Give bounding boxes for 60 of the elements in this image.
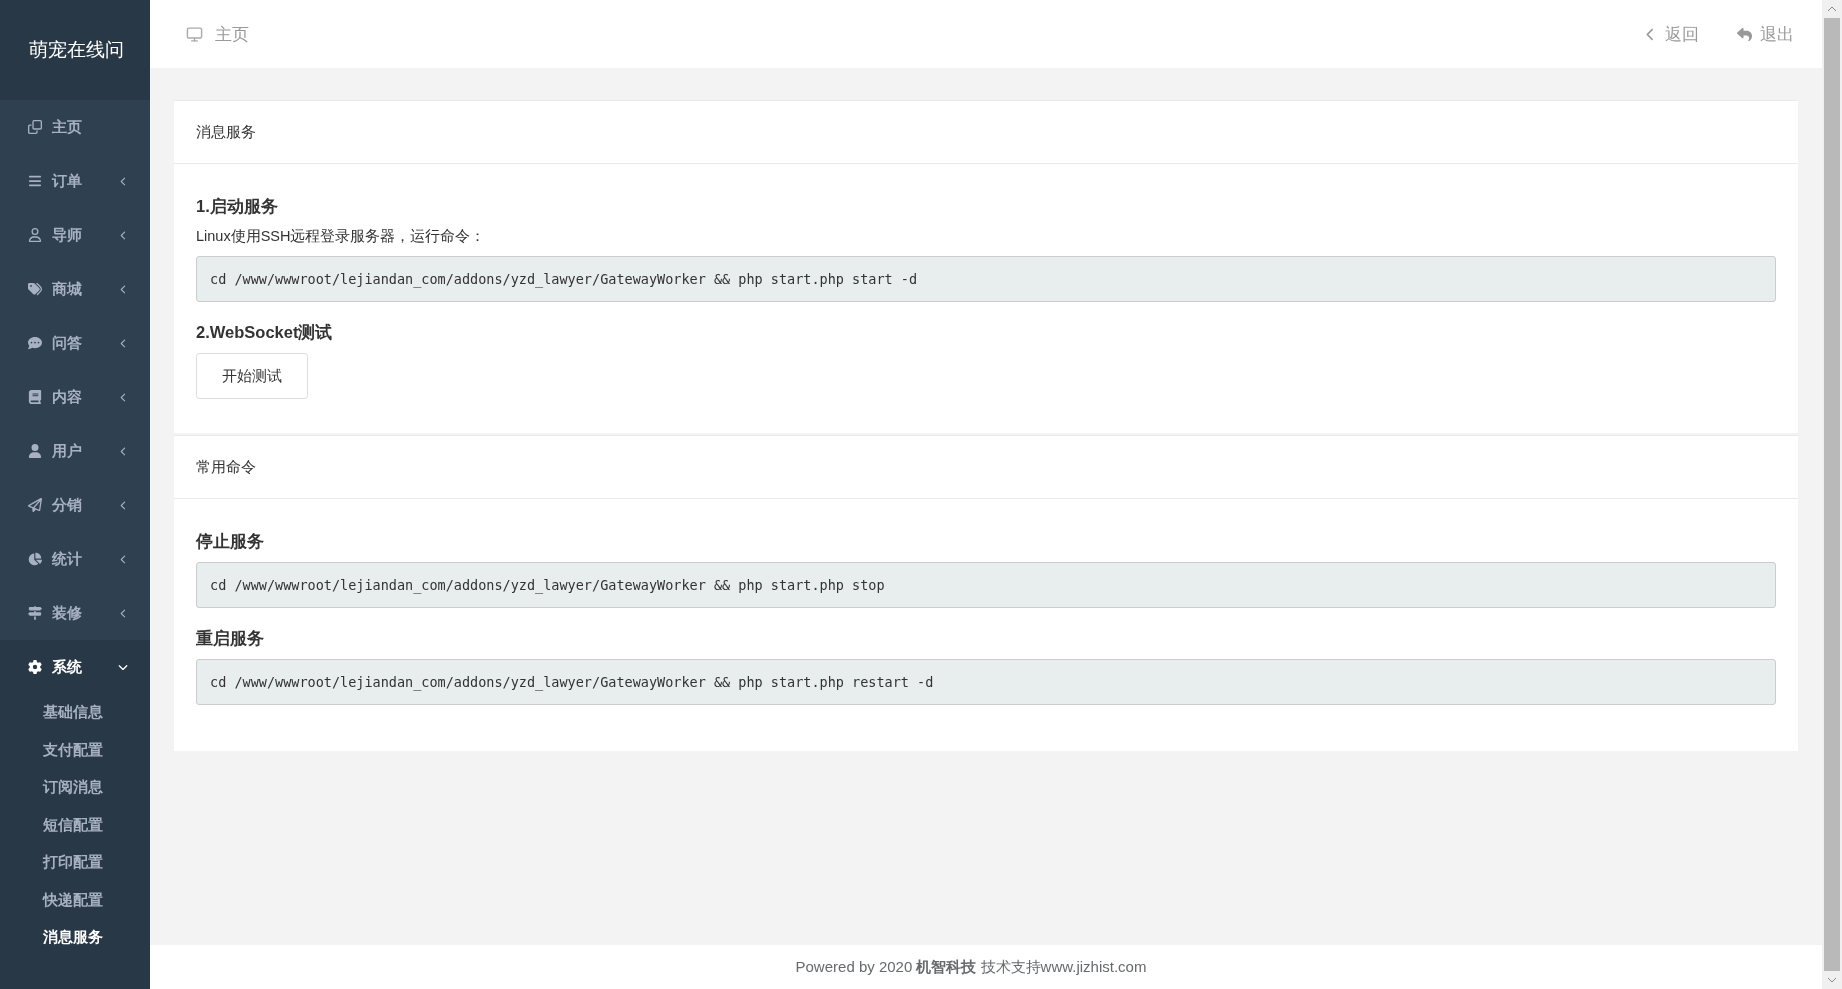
sidebar-item[interactable]: 系统: [0, 640, 150, 694]
chevron-left-icon: [119, 500, 128, 510]
instruction-text: Linux使用SSH远程登录服务器，运行命令：: [196, 227, 487, 246]
command-block: cd /www/wwwroot/lejiandan_com/addons/yzd_lawyer/GatewayWorker && php start.php stop: [196, 562, 1776, 608]
chevron-left-icon: [119, 230, 128, 240]
breadcrumb: 主页: [215, 23, 250, 46]
back-link[interactable]: 返回: [1644, 22, 1699, 46]
sidebar-item[interactable]: 问答: [0, 316, 150, 370]
sidebar-item[interactable]: 订单: [0, 154, 150, 208]
submenu-item[interactable]: 打印配置: [0, 844, 150, 882]
monitor-icon: [186, 25, 203, 43]
copy-icon: [28, 120, 42, 134]
submenu-item[interactable]: 支付配置: [0, 731, 150, 769]
user-icon: [28, 444, 42, 458]
submenu-item[interactable]: 消息服务: [0, 919, 150, 957]
chevron-left-icon: [119, 338, 128, 348]
settings-icon: [28, 660, 42, 674]
chevron-left-icon: [119, 176, 128, 186]
pie-chart-icon: [28, 552, 42, 566]
brand-name: 萌宠在线问: [29, 38, 124, 62]
section-heading: 2.WebSocket测试: [196, 322, 334, 343]
chevron-down-icon: [118, 662, 128, 672]
section-heading: 停止服务: [196, 531, 265, 552]
section-heading: 1.启动服务: [196, 196, 279, 217]
submenu-item[interactable]: 短信配置: [0, 806, 150, 844]
sidebar-item[interactable]: 主页: [0, 100, 150, 154]
sidebar-item[interactable]: 分销: [0, 478, 150, 532]
footer-text: Powered by 2020 机智科技 技术支持www.jizhist.com: [795, 957, 1147, 977]
sidebar-item[interactable]: 导师: [0, 208, 150, 262]
card-title: 常用命令: [196, 457, 256, 477]
start-test-button[interactable]: 开始测试: [196, 353, 308, 399]
section-heading: 重启服务: [196, 628, 265, 649]
chevron-left-icon: [119, 554, 128, 564]
sidebar-item[interactable]: 装修: [0, 586, 150, 640]
scroll-up-icon[interactable]: [1827, 6, 1837, 12]
user-icon: [28, 228, 42, 242]
submenu-item[interactable]: 订阅消息: [0, 769, 150, 807]
signpost-icon: [28, 606, 42, 620]
list-icon: [28, 174, 42, 188]
submenu-item[interactable]: 快递配置: [0, 881, 150, 919]
chevron-left-icon: [119, 608, 128, 618]
sidebar-item[interactable]: 统计: [0, 532, 150, 586]
book-icon: [28, 390, 42, 404]
submenu-item[interactable]: 基础信息: [0, 694, 150, 732]
chevron-left-icon: [119, 392, 128, 402]
sidebar-item[interactable]: 内容: [0, 370, 150, 424]
command-block: cd /www/wwwroot/lejiandan_com/addons/yzd_lawyer/GatewayWorker && php start.php start -d: [196, 256, 1776, 302]
command-block: cd /www/wwwroot/lejiandan_com/addons/yzd_lawyer/GatewayWorker && php start.php restart -d: [196, 659, 1776, 705]
sidebar-item[interactable]: 商城: [0, 262, 150, 316]
paper-plane-icon: [28, 498, 42, 512]
comment-icon: [28, 336, 42, 350]
scroll-down-icon[interactable]: [1827, 977, 1837, 983]
sidebar-item[interactable]: 用户: [0, 424, 150, 478]
chevron-left-icon: [119, 284, 128, 294]
tags-icon: [28, 282, 42, 296]
logout-link[interactable]: 退出: [1737, 22, 1794, 46]
reply-icon: [1737, 26, 1752, 42]
scrollbar[interactable]: [1822, 0, 1842, 989]
chevron-left-icon: [119, 446, 128, 456]
card-title: 消息服务: [196, 122, 256, 142]
